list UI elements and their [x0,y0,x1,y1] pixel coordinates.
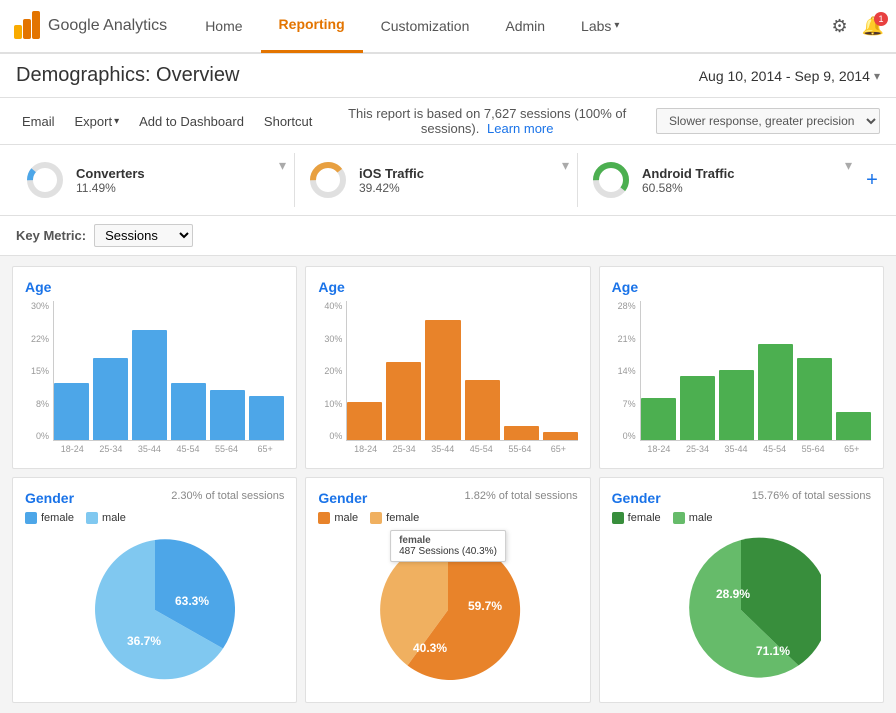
nav-link-home[interactable]: Home [187,0,260,53]
gender-charts-row: Gender 2.30% of total sessions female ma… [12,477,884,703]
gender-chart-1: Gender 1.82% of total sessions male fema… [305,477,590,703]
nav-link-customization[interactable]: Customization [363,0,488,53]
gender-chart-1-legend: male female [318,512,577,524]
converters-card-close[interactable]: ▾ [279,157,286,174]
pie-tooltip: female 487 Sessions (40.3%) [390,530,506,562]
age-chart-1-title: Age [318,279,577,295]
export-chevron-icon: ▾ [114,116,119,127]
converters-label: Converters [76,166,145,181]
gender-chart-2-legend: female male [612,512,871,524]
gender-chart-1-pie: female 487 Sessions (40.3%) 40.3% 59.7% [318,530,577,690]
android-value: 60.58% [642,181,734,195]
export-button[interactable]: Export ▾ [69,111,126,132]
toolbar: Email Export ▾ Add to Dashboard Shortcut… [0,98,896,145]
summary-card-android: Android Traffic 60.58% ▾ [578,153,860,207]
svg-text:28.9%: 28.9% [716,587,750,601]
svg-text:36.7%: 36.7% [127,634,161,648]
nav-links: Home Reporting Customization Admin Labs … [187,0,637,53]
date-range-picker[interactable]: Aug 10, 2014 - Sep 9, 2014 ▾ [699,68,880,84]
sub-header: Demographics: Overview Aug 10, 2014 - Se… [0,54,896,98]
age-chart-2: Age 28%21%14%7%0% 18-24 [599,266,884,469]
gender-chart-1-title: Gender [318,490,367,506]
gender-chart-0-legend: female male [25,512,284,524]
svg-text:59.7%: 59.7% [468,599,502,613]
response-select[interactable]: Slower response, greater precision [656,108,880,134]
nav-right: ⚙ 🔔 1 [831,16,884,37]
email-button[interactable]: Email [16,111,61,132]
charts-area: Age 30%22%15%8%0% 18-24 [0,256,896,713]
summary-card-converters: Converters 11.49% ▾ [12,153,295,207]
converters-donut [24,159,66,201]
ios-donut [307,159,349,201]
ios-value: 39.42% [359,181,424,195]
android-label: Android Traffic [642,166,734,181]
gender-chart-0-title: Gender [25,490,74,506]
gender-chart-2-pie: 28.9% 71.1% [612,530,871,690]
add-segment-btn[interactable]: + [860,169,884,192]
nav-logo: Google Analytics [12,11,167,41]
age-chart-2-bars: 28%21%14%7%0% 18-24 25-34 35-44 [612,301,871,456]
date-dropdown-icon: ▾ [874,69,880,83]
key-metric-row: Key Metric: Sessions [0,216,896,256]
age-chart-0-bars: 30%22%15%8%0% 18-24 25-34 35-44 [25,301,284,456]
svg-text:63.3%: 63.3% [175,594,209,608]
add-to-dashboard-button[interactable]: Add to Dashboard [133,111,250,132]
nav-link-admin[interactable]: Admin [487,0,563,53]
age-chart-2-title: Age [612,279,871,295]
date-range-text: Aug 10, 2014 - Sep 9, 2014 [699,68,870,84]
age-chart-1-bars: 40%30%20%10%0% 18-24 25-34 35-44 [318,301,577,456]
nav-bar: Google Analytics Home Reporting Customiz… [0,0,896,54]
android-card-close[interactable]: ▾ [845,157,852,174]
learn-more-link[interactable]: Learn more [487,121,553,136]
nav-link-reporting[interactable]: Reporting [261,0,363,53]
page-title: Demographics: Overview [16,64,239,87]
age-chart-0: Age 30%22%15%8%0% 18-24 [12,266,297,469]
svg-text:40.3%: 40.3% [413,641,447,655]
toolbar-info: This report is based on 7,627 sessions (… [326,106,648,136]
ios-card-close[interactable]: ▾ [562,157,569,174]
ios-label: iOS Traffic [359,166,424,181]
nav-link-labs[interactable]: Labs ▾ [563,0,637,53]
gender-chart-1-pct: 1.82% of total sessions [465,490,578,502]
svg-text:71.1%: 71.1% [756,644,790,658]
gender-chart-2-pct: 15.76% of total sessions [752,490,871,502]
gender-chart-2: Gender 15.76% of total sessions female m… [599,477,884,703]
ga-logo-icon [12,11,42,41]
age-chart-0-title: Age [25,279,284,295]
settings-icon-btn[interactable]: ⚙ [831,16,847,37]
age-charts-row: Age 30%22%15%8%0% 18-24 [12,266,884,469]
shortcut-button[interactable]: Shortcut [258,111,318,132]
gender-chart-0-pct: 2.30% of total sessions [171,490,284,502]
gender-chart-0: Gender 2.30% of total sessions female ma… [12,477,297,703]
summary-card-ios: iOS Traffic 39.42% ▾ [295,153,578,207]
gender-chart-0-pie: 36.7% 63.3% [25,530,284,690]
notifications-icon-btn[interactable]: 🔔 1 [862,16,884,37]
age-chart-1: Age 40%30%20%10%0% 18-24 [305,266,590,469]
summary-row: Converters 11.49% ▾ iOS Traffic 39.42% ▾… [0,145,896,216]
labs-chevron-icon: ▾ [614,0,619,53]
key-metric-label: Key Metric: [16,228,86,243]
nav-logo-text: Google Analytics [48,17,167,35]
android-donut [590,159,632,201]
notif-badge: 1 [874,12,888,26]
converters-value: 11.49% [76,181,145,195]
gender-chart-2-title: Gender [612,490,661,506]
key-metric-select[interactable]: Sessions [94,224,193,247]
